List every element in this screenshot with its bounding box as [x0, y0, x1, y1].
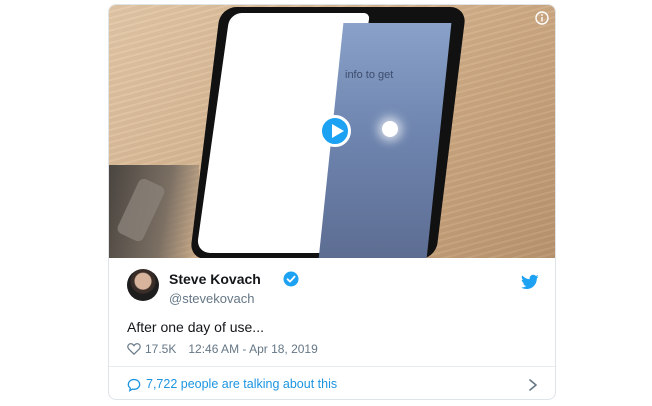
chevron-right-icon — [529, 379, 537, 391]
light-reflection — [382, 121, 398, 137]
like-count[interactable]: 17.5K — [145, 342, 176, 356]
speech-bubble-icon — [127, 378, 141, 392]
author-handle[interactable]: @stevekovach — [169, 291, 254, 306]
phone-screen-text: info to get — [345, 69, 394, 81]
play-button[interactable] — [319, 115, 351, 147]
conversation-count[interactable]: 7,722 people are talking about this — [146, 377, 337, 391]
tweet-text: After one day of use... — [127, 319, 264, 335]
twitter-bird-icon[interactable] — [521, 273, 539, 291]
video-thumbnail[interactable]: info to get — [109, 5, 555, 258]
heart-icon[interactable] — [127, 342, 141, 356]
tweet-header: Steve Kovach @stevekovach — [127, 269, 539, 306]
divider — [109, 366, 555, 367]
info-icon[interactable] — [535, 11, 549, 25]
author-name[interactable]: Steve Kovach — [169, 271, 261, 287]
tweet-meta: 17.5K 12:46 AM - Apr 18, 2019 — [127, 342, 318, 356]
tweet-timestamp[interactable]: 12:46 AM - Apr 18, 2019 — [188, 342, 317, 356]
avatar[interactable] — [127, 269, 159, 301]
embedded-tweet-card: info to get Steve Kovach @stevekovach Af… — [108, 4, 556, 400]
verified-badge-icon — [283, 271, 299, 287]
conversation-link[interactable]: 7,722 people are talking about this — [127, 376, 539, 394]
play-icon — [332, 124, 344, 138]
